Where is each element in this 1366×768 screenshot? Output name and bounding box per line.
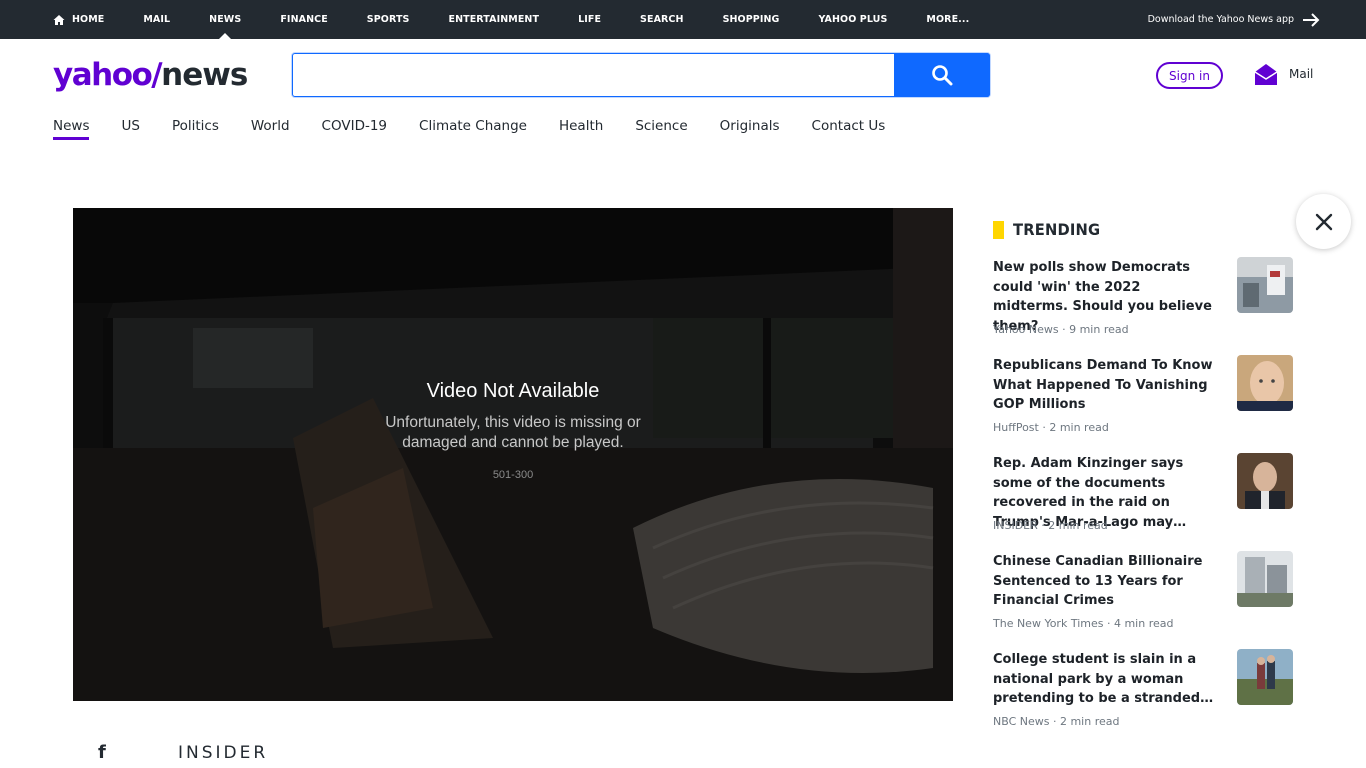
- source-logo[interactable]: INSIDER: [178, 743, 268, 763]
- topnav-news[interactable]: NEWS: [209, 0, 241, 39]
- close-icon: [1315, 213, 1332, 230]
- section-us[interactable]: US: [121, 118, 139, 140]
- topnav-life[interactable]: LIFE: [578, 0, 601, 39]
- trending-item-title[interactable]: Republicans Demand To Know What Happened…: [993, 356, 1219, 415]
- video-player[interactable]: Video Not Available Unfortunately, this …: [73, 208, 953, 701]
- search-icon: [932, 65, 953, 86]
- video-error-text: Unfortunately, this video is missing or …: [385, 414, 641, 451]
- topnav-mail[interactable]: MAIL: [143, 0, 170, 39]
- video-error-code: 501-300: [492, 469, 534, 481]
- video-error-title: Video Not Available: [426, 380, 600, 402]
- trending-item[interactable]: Republicans Demand To Know What Happened…: [993, 355, 1293, 454]
- section-science[interactable]: Science: [635, 118, 687, 140]
- topnav-search[interactable]: SEARCH: [640, 0, 684, 39]
- top-nav: HOME MAIL NEWS FINANCE SPORTS ENTERTAINM…: [52, 0, 1008, 39]
- trending-title: TRENDING: [1013, 220, 1101, 239]
- trending-item-thumbnail[interactable]: [1237, 355, 1293, 411]
- search-box: [292, 53, 990, 97]
- topnav-yahoo-plus[interactable]: YAHOO PLUS: [818, 0, 887, 39]
- topnav-entertainment[interactable]: ENTERTAINMENT: [449, 0, 540, 39]
- arrow-right-icon: [1303, 12, 1320, 27]
- section-politics[interactable]: Politics: [172, 118, 219, 140]
- topnav-finance[interactable]: FINANCE: [280, 0, 327, 39]
- trending-item-thumbnail[interactable]: [1237, 257, 1293, 313]
- trending-list: New polls show Democrats could 'win' the…: [993, 257, 1293, 748]
- section-climate-change[interactable]: Climate Change: [419, 118, 527, 140]
- section-covid-19[interactable]: COVID-19: [322, 118, 387, 140]
- trending-item[interactable]: Chinese Canadian Billionaire Sentenced t…: [993, 551, 1293, 650]
- search-button[interactable]: [894, 53, 990, 97]
- topnav-home[interactable]: HOME: [52, 0, 104, 39]
- trending-header: TRENDING: [993, 220, 1108, 239]
- close-button[interactable]: [1296, 194, 1351, 249]
- facebook-icon[interactable]: f: [98, 742, 112, 763]
- video-error-message: Video Not Available Unfortunately, this …: [73, 380, 953, 481]
- topnav-more[interactable]: MORE...: [926, 0, 969, 39]
- download-app-label: Download the Yahoo News app: [1147, 14, 1294, 25]
- trending-item-meta: Yahoo News · 9 min read: [993, 323, 1129, 336]
- trending-item[interactable]: Rep. Adam Kinzinger says some of the doc…: [993, 453, 1293, 552]
- mail-icon: [1254, 64, 1278, 85]
- trending-item-thumbnail[interactable]: [1237, 453, 1293, 509]
- trending-item[interactable]: New polls show Democrats could 'win' the…: [993, 257, 1293, 356]
- logo-yahoo: yahoo/: [53, 57, 163, 93]
- section-contact-us[interactable]: Contact Us: [812, 118, 886, 140]
- trending-item-meta: INSIDER · 2 min read: [993, 519, 1108, 532]
- trending-item[interactable]: College student is slain in a national p…: [993, 649, 1293, 748]
- trending-item-title[interactable]: Chinese Canadian Billionaire Sentenced t…: [993, 552, 1219, 611]
- mail-label: Mail: [1289, 67, 1314, 81]
- section-news[interactable]: News: [53, 118, 90, 140]
- trending-item-meta: HuffPost · 2 min read: [993, 421, 1109, 434]
- sign-in-button[interactable]: Sign in: [1156, 62, 1223, 89]
- trending-item-thumbnail[interactable]: [1237, 649, 1293, 705]
- topnav-home-label: HOME: [72, 14, 105, 25]
- download-app-link[interactable]: Download the Yahoo News app: [1148, 0, 1320, 39]
- yahoo-news-logo[interactable]: yahoo/ news: [53, 57, 248, 93]
- trending-accent-bar: [993, 220, 1004, 239]
- trending-item-title[interactable]: College student is slain in a national p…: [993, 650, 1219, 709]
- section-originals[interactable]: Originals: [720, 118, 780, 140]
- top-bar: HOME MAIL NEWS FINANCE SPORTS ENTERTAINM…: [0, 0, 1366, 39]
- trending-item-thumbnail[interactable]: [1237, 551, 1293, 607]
- section-health[interactable]: Health: [559, 118, 603, 140]
- trending-item-meta: The New York Times · 4 min read: [993, 617, 1174, 630]
- home-icon: [53, 14, 65, 25]
- section-world[interactable]: World: [251, 118, 290, 140]
- search-input[interactable]: [293, 54, 895, 96]
- trending-item-meta: NBC News · 2 min read: [993, 715, 1120, 728]
- mail-link[interactable]: Mail: [1253, 61, 1313, 87]
- topnav-shopping[interactable]: SHOPPING: [723, 0, 780, 39]
- section-nav: News US Politics World COVID-19 Climate …: [53, 118, 917, 140]
- topnav-sports[interactable]: SPORTS: [367, 0, 410, 39]
- logo-news: news: [161, 57, 248, 93]
